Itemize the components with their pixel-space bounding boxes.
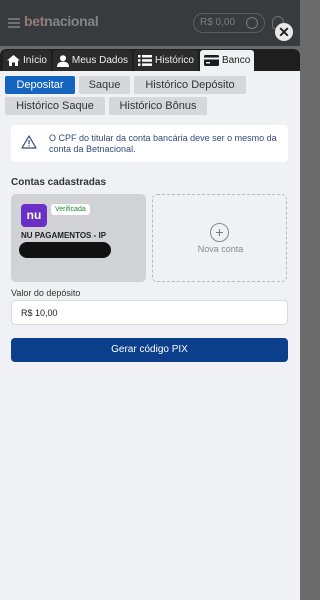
deposit-label: Valor do depósito (11, 288, 81, 298)
deposit-amount-input[interactable] (11, 300, 288, 325)
subtab-historico-bonus[interactable]: Histórico Bônus (109, 97, 207, 115)
top-tab-bar: Início Meus Dados Histórico Banco (0, 49, 300, 71)
user-icon (56, 54, 69, 67)
nubank-logo: nu (21, 204, 47, 227)
balance-pill: R$ 0,00 (193, 13, 265, 33)
notice-text: O CPF do titular da conta bancária deve … (49, 133, 277, 154)
menu-icon (8, 18, 20, 28)
subtab-historico-saque[interactable]: Histórico Saque (5, 97, 105, 115)
site-logo: betnacional (24, 13, 99, 29)
card-icon (203, 55, 219, 66)
bank-name: NU PAGAMENTOS - IP (21, 231, 107, 240)
new-account-label: Nova conta (197, 244, 244, 254)
bank-modal: Início Meus Dados Histórico Banco Deposi… (0, 49, 300, 600)
cpf-notice: O CPF do titular da conta bancária deve … (11, 125, 288, 162)
bank-account-card[interactable]: nu Verificada NU PAGAMENTOS - IP (11, 194, 146, 282)
verified-badge: Verificada (51, 204, 90, 215)
redacted-account-number (19, 242, 111, 258)
home-icon (7, 55, 20, 66)
tab-historico[interactable]: Histórico (134, 50, 198, 71)
subtab-saque[interactable]: Saque (79, 76, 130, 94)
plus-icon: + (210, 223, 229, 242)
list-icon (138, 55, 153, 66)
new-account-button[interactable]: + Nova conta (152, 194, 287, 282)
user-icon (246, 17, 258, 29)
tab-banco[interactable]: Banco (199, 50, 255, 71)
warning-icon (21, 135, 37, 149)
subtab-historico-deposito[interactable]: Histórico Depósito (134, 76, 246, 94)
accounts-title: Contas cadastradas (11, 177, 107, 188)
tab-inicio[interactable]: Início (3, 50, 51, 71)
generate-pix-button[interactable]: Gerar código PIX (11, 338, 288, 362)
subtab-depositar[interactable]: Depositar (5, 76, 75, 94)
background-header: betnacional R$ 0,00 (0, 0, 300, 46)
tab-meus-dados[interactable]: Meus Dados (52, 50, 133, 71)
close-icon[interactable]: ✕ (275, 23, 293, 41)
